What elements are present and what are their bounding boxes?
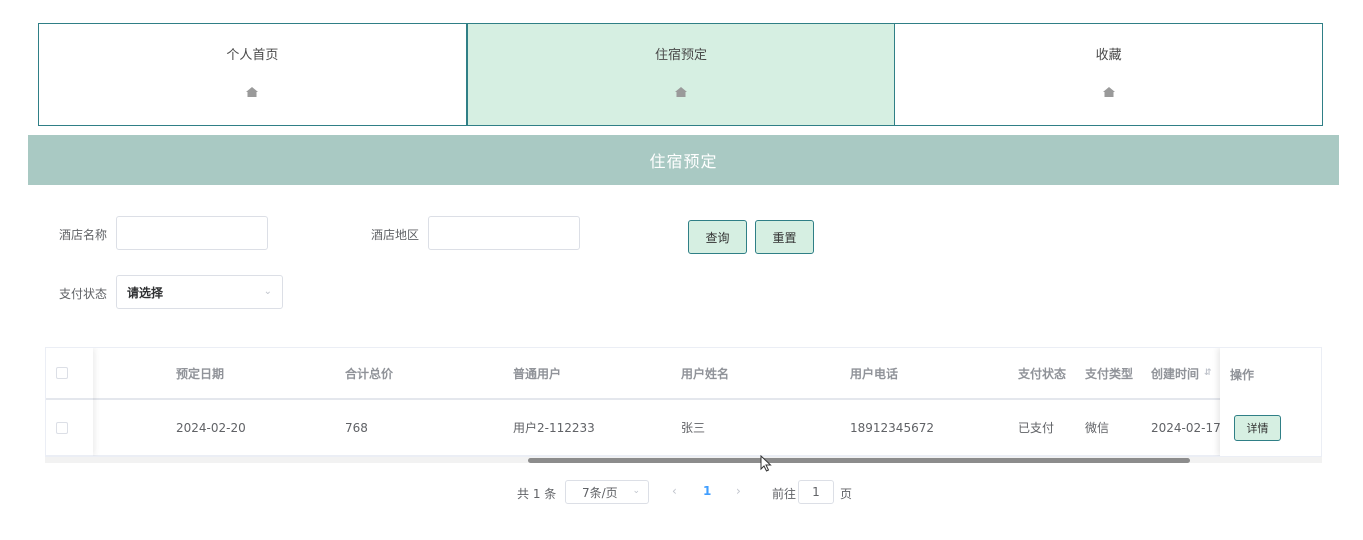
chevron-down-icon: ⌄ <box>632 486 640 496</box>
table-header-row: 预定日期 合计总价 普通用户 用户姓名 用户电话 支付状态 支付类型 创建时间 ⇵ <box>46 348 1321 400</box>
header-total-price: 合计总价 <box>345 366 394 381</box>
tab-home-label: 个人首页 <box>226 48 279 63</box>
page-size-select[interactable]: 7条/页 ⌄ <box>565 480 649 504</box>
goto-label: 前往 <box>772 487 797 501</box>
horizontal-scrollbar-thumb[interactable] <box>528 458 1190 463</box>
header-index <box>93 348 166 398</box>
sort-icon[interactable]: ⇵ <box>1204 368 1212 378</box>
hotel-region-input[interactable] <box>428 216 580 250</box>
top-tabs: 个人首页 住宿预定 收藏 <box>38 23 1324 126</box>
header-name: 用户姓名 <box>681 366 730 381</box>
pay-status-select[interactable]: 请选择 ⌄ <box>116 275 283 309</box>
goto-page-input[interactable] <box>798 480 834 504</box>
checkbox[interactable] <box>56 421 68 434</box>
checkbox[interactable] <box>56 367 68 379</box>
page-size-value: 7条/页 <box>582 485 618 500</box>
fixed-action-column: 操作 详情 <box>1220 348 1321 456</box>
header-pay-status: 支付状态 <box>1018 366 1067 381</box>
cell-name: 张三 <box>681 421 706 435</box>
reservation-table: 预定日期 合计总价 普通用户 用户姓名 用户电话 支付状态 支付类型 创建时间 ⇵… <box>45 347 1322 457</box>
query-button[interactable]: 查询 <box>688 220 747 254</box>
table-row: 2024-02-20 768 用户2-112233 张三 18912345672… <box>46 400 1321 456</box>
hotel-region-label: 酒店地区 <box>371 228 420 242</box>
section-title: 住宿预定 <box>649 152 718 171</box>
cell-reserve-date: 2024-02-20 <box>176 420 246 435</box>
detail-button[interactable]: 详情 <box>1234 415 1281 441</box>
page-unit: 页 <box>840 487 853 501</box>
pay-status-label: 支付状态 <box>59 287 108 301</box>
cell-action: 详情 <box>1220 400 1321 456</box>
home-icon <box>1102 87 1115 99</box>
section-title-bar: 住宿预定 <box>28 135 1339 185</box>
next-page-icon[interactable]: › <box>736 484 741 498</box>
header-created[interactable]: 创建时间 ⇵ <box>1141 348 1223 398</box>
hotel-name-input[interactable] <box>116 216 268 250</box>
cell-account: 用户2-112233 <box>513 421 595 435</box>
tab-home[interactable]: 个人首页 <box>38 23 467 126</box>
header-select-all[interactable] <box>46 348 93 398</box>
cell-total-price: 768 <box>345 420 368 435</box>
tab-favorites-label: 收藏 <box>1095 48 1122 63</box>
pay-status-selected: 请选择 <box>127 285 164 300</box>
header-action: 操作 <box>1230 367 1255 382</box>
cell-created: 2024-02-17 1 <box>1151 420 1223 435</box>
header-created-label: 创建时间 <box>1151 366 1200 381</box>
current-page[interactable]: 1 <box>703 484 711 498</box>
cell-pay-type: 微信 <box>1085 421 1110 435</box>
row-select[interactable] <box>46 400 93 455</box>
tab-accommodation[interactable]: 住宿预定 <box>466 23 896 126</box>
header-account: 普通用户 <box>513 366 562 381</box>
cell-pay-status: 已支付 <box>1018 421 1055 435</box>
pagination-total: 共 1 条 <box>517 487 557 501</box>
header-reserve-date: 预定日期 <box>176 366 225 381</box>
tab-accommodation-label: 住宿预定 <box>655 48 708 63</box>
prev-page-icon[interactable]: ‹ <box>672 484 677 498</box>
home-icon <box>246 87 259 99</box>
chevron-down-icon: ⌄ <box>263 286 272 297</box>
reset-button[interactable]: 重置 <box>755 220 814 254</box>
cell-phone: 18912345672 <box>850 420 934 435</box>
header-pay-type: 支付类型 <box>1085 366 1134 381</box>
header-phone: 用户电话 <box>850 366 899 381</box>
home-icon <box>675 87 687 99</box>
hotel-name-label: 酒店名称 <box>59 228 108 242</box>
mouse-pointer-icon <box>760 454 772 476</box>
tab-favorites[interactable]: 收藏 <box>895 23 1324 126</box>
